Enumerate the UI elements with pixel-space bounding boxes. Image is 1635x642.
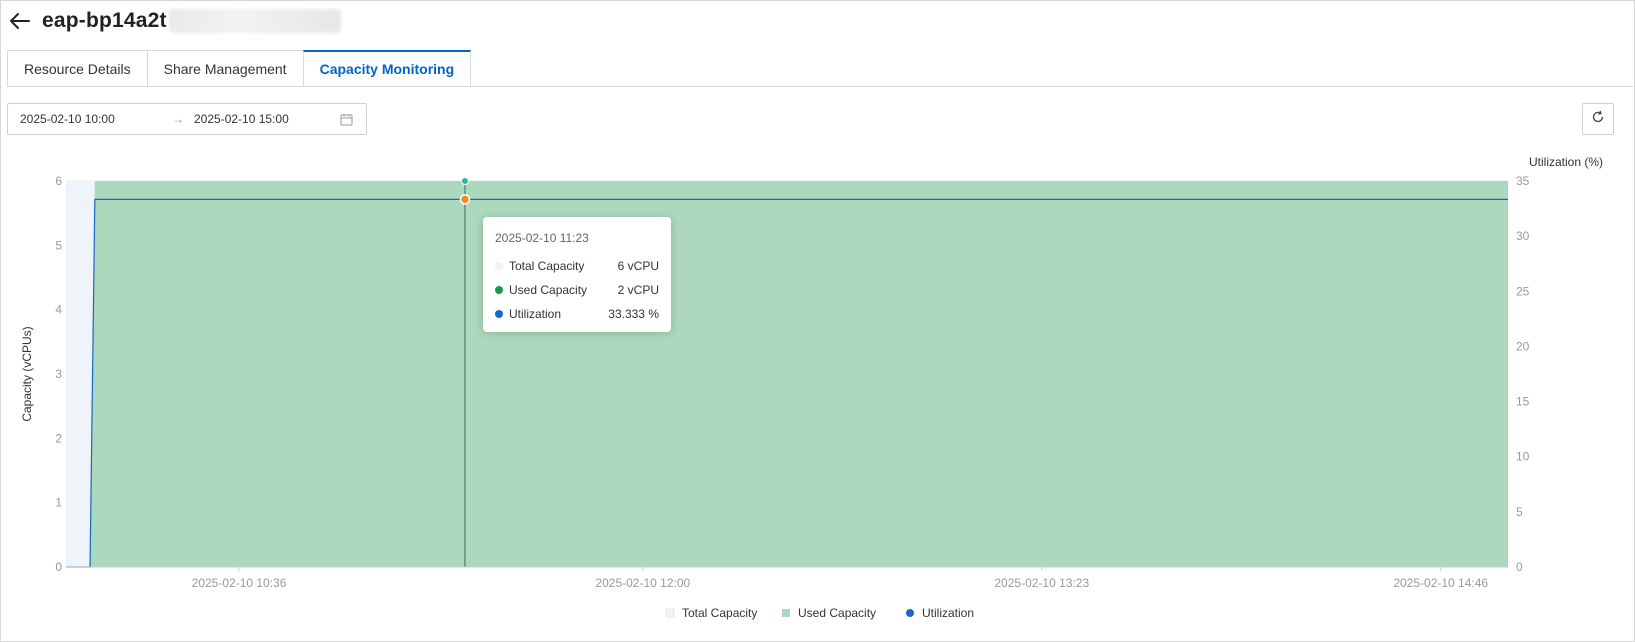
tooltip-value: 6 vCPU (617, 259, 659, 273)
legend-dot-used (495, 286, 503, 294)
y-left-tick-label: 0 (55, 560, 62, 574)
y-right-tick-label: 5 (1516, 505, 1523, 519)
tooltip-name: Used Capacity (509, 283, 588, 297)
y-left-axis-label: Capacity (vCPUs) (20, 326, 34, 421)
area-used-capacity (66, 181, 1508, 567)
chart-tooltip: 2025-02-10 11:23 Total Capacity 6 vCPU U… (483, 217, 671, 332)
legend-marker-utilization (906, 609, 914, 617)
y-right-tick-label: 10 (1516, 450, 1530, 464)
y-right-tick-label: 25 (1516, 284, 1530, 298)
legend-marker-total-capacity (665, 608, 675, 618)
y-left-tick-label: 4 (55, 303, 62, 317)
legend-dot-utilization (495, 310, 503, 318)
tooltip-value: 2 vCPU (617, 283, 659, 297)
x-tick-label: 2025-02-10 10:36 (192, 576, 287, 590)
y-left-tick-label: 1 (55, 496, 62, 510)
tooltip-name: Utilization (509, 307, 562, 321)
hover-point-used (460, 177, 469, 185)
tooltip-time: 2025-02-10 11:23 (495, 231, 589, 245)
capacity-chart[interactable]: 0 1 2 3 4 5 6 0 5 10 15 20 25 30 35 2025-02-10 10:36 202… (0, 0, 1635, 642)
y-left-tick-label: 3 (55, 367, 62, 381)
x-tick-label: 2025-02-10 13:23 (994, 576, 1089, 590)
y-right-tick-label: 20 (1516, 339, 1530, 353)
tooltip-row-used: Used Capacity 2 vCPU (495, 278, 659, 302)
y-right-axis-label: Utilization (%) (1529, 155, 1603, 169)
legend-label: Utilization (922, 606, 974, 620)
legend-label: Total Capacity (682, 606, 757, 620)
tooltip-row-total: Total Capacity 6 vCPU (495, 254, 659, 278)
y-left-tick-label: 5 (55, 238, 62, 252)
legend-marker-used-capacity (782, 609, 790, 617)
hover-point-utilization (459, 194, 471, 205)
tooltip-row-utilization: Utilization 33.333 % (495, 302, 659, 326)
y-left-tick-label: 2 (55, 431, 62, 445)
legend-dot-total (495, 262, 503, 270)
y-left-tick-label: 6 (55, 174, 62, 188)
legend-label: Used Capacity (798, 606, 876, 620)
tooltip-value: 33.333 % (608, 307, 659, 321)
y-right-tick-label: 15 (1516, 395, 1530, 409)
y-right-tick-label: 30 (1516, 229, 1530, 243)
x-tick-label: 2025-02-10 12:00 (595, 576, 690, 590)
y-right-tick-label: 0 (1516, 560, 1523, 574)
y-right-tick-label: 35 (1516, 174, 1530, 188)
x-tick-label: 2025-02-10 14:46 (1393, 576, 1488, 590)
tooltip-name: Total Capacity (509, 259, 585, 273)
